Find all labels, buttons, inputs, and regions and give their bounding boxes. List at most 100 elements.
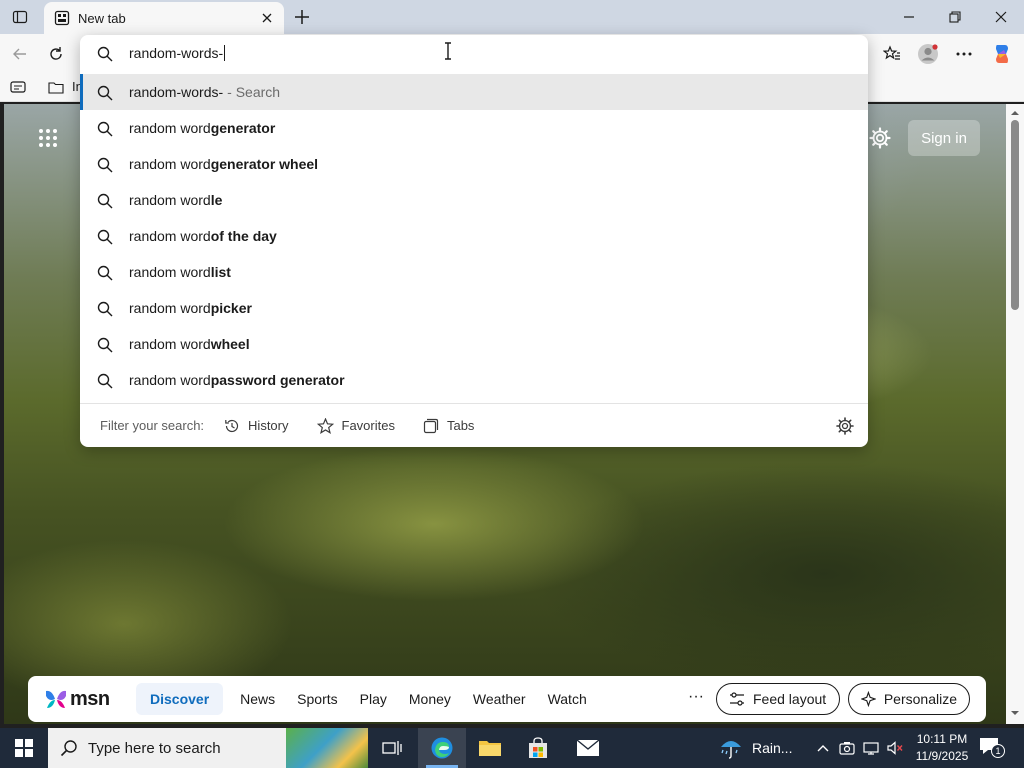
- network-button[interactable]: [862, 739, 880, 757]
- suggestion-item[interactable]: random word password generator: [80, 362, 868, 398]
- suggestion-item[interactable]: random word wheel: [80, 326, 868, 362]
- app-launcher-button[interactable]: [34, 124, 62, 152]
- close-window-button[interactable]: [978, 0, 1024, 34]
- msn-nav: Discover News Sports Play Money Weather …: [136, 683, 598, 715]
- copilot-icon: [996, 45, 1008, 63]
- nav-watch[interactable]: Watch: [537, 683, 598, 715]
- suggestion-prefix: random word: [129, 228, 211, 244]
- suggestion-completion: of the day: [210, 228, 277, 244]
- nav-money[interactable]: Money: [398, 683, 462, 715]
- scroll-thumb[interactable]: [1011, 120, 1019, 310]
- nav-sports[interactable]: Sports: [286, 683, 348, 715]
- minimize-button[interactable]: [886, 0, 932, 34]
- file-explorer-button[interactable]: [466, 728, 514, 768]
- system-clock[interactable]: 10:11 PM 11/9/2025: [912, 731, 972, 765]
- tab-actions-icon: [12, 10, 28, 24]
- suggestion-item[interactable]: random word list: [80, 254, 868, 290]
- suggestion-prefix: random word: [129, 120, 211, 136]
- sign-in-button[interactable]: Sign in: [908, 120, 980, 156]
- search-icon: [97, 157, 113, 173]
- feed-layout-label: Feed layout: [753, 691, 827, 707]
- taskbar: Type here to search Rain... 10:11 PM 11/…: [0, 728, 1024, 768]
- suggestion-item[interactable]: random-words- - Search: [80, 74, 868, 110]
- search-icon: [97, 46, 113, 62]
- suggestion-item[interactable]: random word picker: [80, 290, 868, 326]
- favorite-item[interactable]: In: [48, 79, 83, 94]
- volume-button[interactable]: [886, 739, 904, 757]
- filter-favorites-button[interactable]: Favorites: [316, 417, 395, 434]
- suggestion-item[interactable]: random word generator wheel: [80, 146, 868, 182]
- suggestion-item[interactable]: random word le: [80, 182, 868, 218]
- tab-close-button[interactable]: [258, 9, 276, 27]
- msn-logo[interactable]: msn: [44, 688, 122, 711]
- network-icon: [863, 742, 879, 755]
- nav-play[interactable]: Play: [349, 683, 398, 715]
- address-input[interactable]: random-words-: [129, 45, 226, 61]
- search-settings-button[interactable]: [836, 417, 854, 438]
- mail-button[interactable]: [564, 728, 612, 768]
- edge-taskbar-button[interactable]: [418, 728, 466, 768]
- address-input-value: random-words-: [129, 45, 224, 61]
- close-icon: [262, 13, 272, 23]
- search-icon: [97, 85, 113, 101]
- favorites-button[interactable]: [878, 40, 906, 68]
- address-bar-dropdown: random-words- random-words- - Search rand…: [80, 35, 868, 447]
- tray-app-button[interactable]: [838, 739, 856, 757]
- filter-tabs-button[interactable]: Tabs: [423, 418, 474, 434]
- restore-button[interactable]: [932, 0, 978, 34]
- plus-icon: [295, 10, 309, 24]
- search-icon: [97, 373, 113, 389]
- notification-count: 1: [991, 744, 1005, 758]
- chevron-up-icon: [817, 745, 829, 752]
- tabs-icon: [423, 418, 439, 433]
- profile-button[interactable]: [914, 40, 942, 68]
- settings-more-button[interactable]: [950, 40, 978, 68]
- personalize-button[interactable]: Personalize: [848, 683, 970, 715]
- refresh-button[interactable]: [42, 40, 70, 68]
- page-scrollbar[interactable]: [1006, 104, 1024, 724]
- sliders-icon: [730, 692, 744, 706]
- close-icon: [995, 11, 1007, 23]
- taskbar-search-box[interactable]: Type here to search: [48, 728, 368, 768]
- start-button[interactable]: [0, 728, 48, 768]
- personalize-label: Personalize: [883, 691, 957, 707]
- star-icon: [316, 417, 334, 434]
- back-button[interactable]: [6, 40, 34, 68]
- suggestion-completion: generator wheel: [210, 156, 319, 172]
- nav-news[interactable]: News: [229, 683, 286, 715]
- new-tab-page-icon: [54, 10, 70, 26]
- mail-icon: [576, 739, 600, 756]
- search-icon: [97, 265, 113, 281]
- suggestion-completion: picker: [210, 300, 252, 316]
- nav-weather[interactable]: Weather: [462, 683, 537, 715]
- suggestion-item[interactable]: random word generator: [80, 110, 868, 146]
- refresh-icon: [50, 47, 62, 60]
- suggestion-item[interactable]: random word of the day: [80, 218, 868, 254]
- tab-title: New tab: [78, 10, 126, 26]
- nav-more-button[interactable]: ···: [684, 688, 708, 706]
- notifications-button[interactable]: 1: [978, 736, 1006, 760]
- active-tab[interactable]: New tab: [44, 2, 284, 34]
- scroll-up-arrow-icon[interactable]: [1010, 108, 1020, 118]
- task-view-button[interactable]: [368, 728, 416, 768]
- suggestion-prefix: random word: [129, 300, 211, 316]
- store-button[interactable]: [514, 728, 562, 768]
- scroll-down-arrow-icon[interactable]: [1010, 708, 1020, 718]
- feed-layout-button[interactable]: Feed layout: [716, 683, 840, 715]
- waffle-grid-icon: [39, 129, 57, 147]
- weather-widget[interactable]: Rain...: [718, 728, 792, 768]
- search-icon: [97, 301, 113, 317]
- page-settings-button[interactable]: [866, 124, 894, 152]
- suggestion-completion: password generator: [210, 372, 345, 388]
- suggestion-prefix: random word: [129, 264, 211, 280]
- tab-actions-button[interactable]: [6, 4, 34, 30]
- nav-discover[interactable]: Discover: [136, 683, 224, 715]
- copilot-button[interactable]: [988, 40, 1016, 68]
- address-bar[interactable]: random-words-: [80, 35, 868, 73]
- reading-view-button[interactable]: [10, 80, 26, 97]
- show-hidden-icons-button[interactable]: [814, 739, 832, 757]
- new-tab-button[interactable]: [290, 5, 314, 29]
- windows-logo-icon: [15, 739, 33, 757]
- filter-history-button[interactable]: History: [224, 418, 289, 434]
- search-icon: [97, 121, 113, 137]
